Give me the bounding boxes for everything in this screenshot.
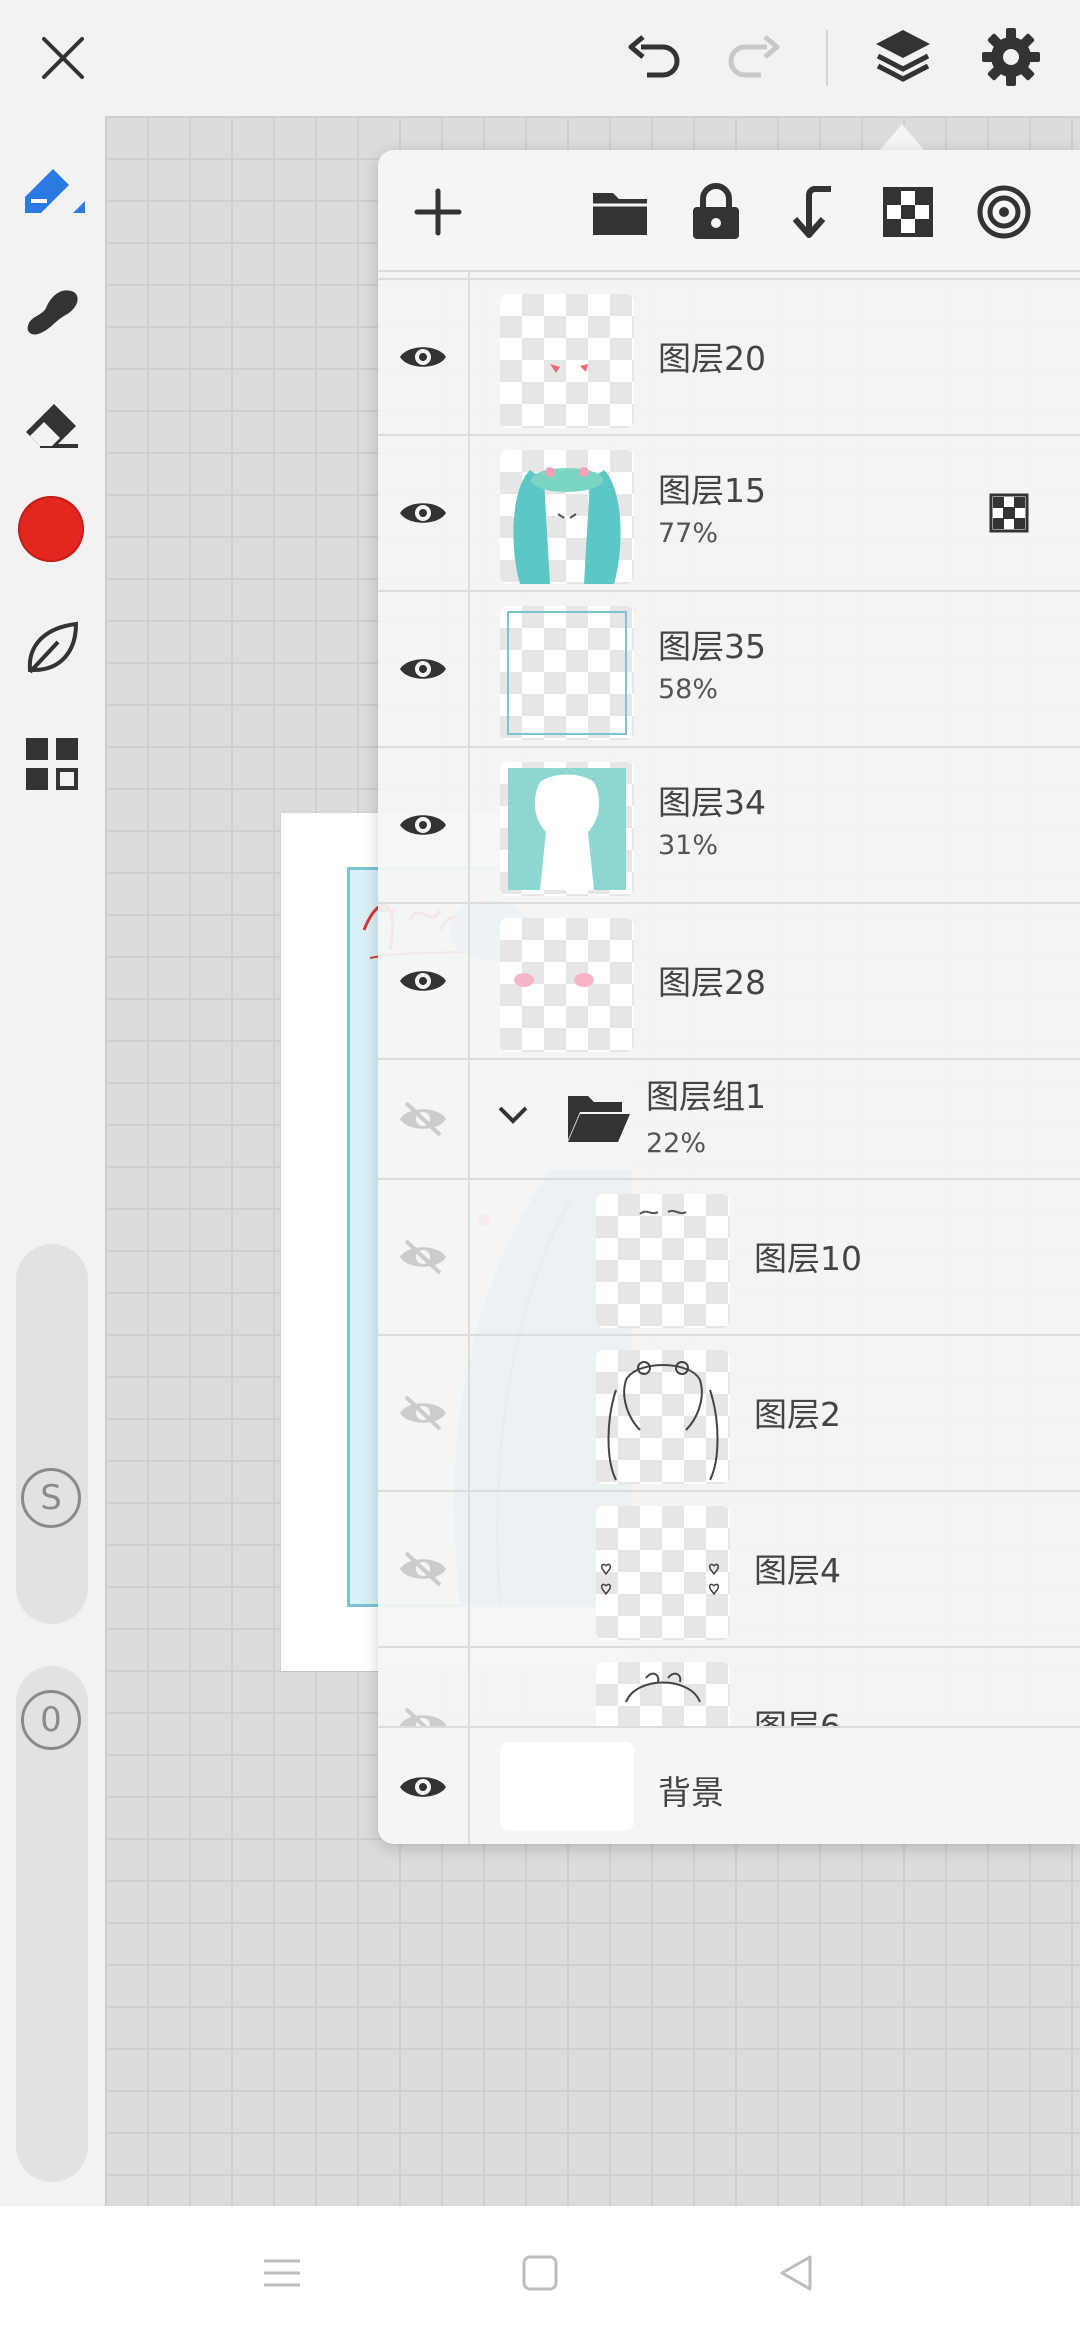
background-thumbnail <box>500 1742 634 1830</box>
leaf-brush-icon[interactable] <box>16 612 88 684</box>
checker-icon[interactable] <box>876 180 940 244</box>
back-icon[interactable] <box>766 2246 826 2300</box>
toolbar-divider <box>826 30 828 86</box>
visibility-cell <box>378 1728 470 1844</box>
menu-icon[interactable] <box>252 2246 312 2300</box>
layer-name: 图层2 <box>754 1395 841 1434</box>
layer-row[interactable]: 图层35 58% <box>378 592 1080 748</box>
visibility-cell <box>378 1180 470 1334</box>
sublayer-row[interactable]: 图层2 <box>378 1336 1080 1492</box>
gear-icon[interactable] <box>976 24 1046 90</box>
eye-hidden-icon[interactable] <box>398 1237 448 1277</box>
chevron-down-icon[interactable] <box>488 1090 538 1140</box>
layer-opacity: 58% <box>658 674 719 705</box>
visibility-cell <box>378 436 470 590</box>
layers-panel-toolbar <box>378 150 1080 272</box>
eye-icon[interactable] <box>398 340 448 374</box>
visibility-cell <box>378 1060 470 1178</box>
layer-name: 背景 <box>658 1773 724 1812</box>
home-icon[interactable] <box>510 2246 570 2300</box>
layer-opacity: 77% <box>658 518 719 549</box>
layer-row[interactable]: 图层28 <box>378 904 1080 1060</box>
layer-group-row[interactable]: 图层组1 22% <box>378 1060 1080 1180</box>
layer-thumbnail <box>596 1194 730 1328</box>
visibility-cell <box>378 904 470 1058</box>
merge-down-icon[interactable] <box>780 180 844 244</box>
layer-row[interactable]: 图层15 77% <box>378 436 1080 592</box>
layers-panel: 图层20 图层15 77% 图层35 58% 图层34 31% 图层28 图层组… <box>378 150 1080 1844</box>
visibility-cell <box>378 280 470 434</box>
layer-thumbnail <box>500 450 634 584</box>
eraser-icon[interactable] <box>16 388 88 460</box>
layer-thumbnail <box>596 1506 730 1640</box>
folder-open-icon <box>564 1088 634 1148</box>
system-nav-bar <box>0 2206 1080 2340</box>
sublayer-row[interactable]: 图层4 <box>378 1492 1080 1648</box>
eye-hidden-icon[interactable] <box>398 1393 448 1433</box>
target-icon[interactable] <box>972 180 1036 244</box>
layer-thumbnail <box>500 762 634 896</box>
background-layer-row[interactable]: 背景 <box>378 1726 1080 1844</box>
layer-name: 图层15 <box>658 471 766 510</box>
eye-icon[interactable] <box>398 808 448 842</box>
layer-list[interactable]: 图层20 图层15 77% 图层35 58% 图层34 31% 图层28 图层组… <box>378 270 1080 1844</box>
eye-icon[interactable] <box>398 1770 448 1804</box>
layer-thumbnail <box>596 1350 730 1484</box>
add-layer-icon[interactable] <box>406 180 470 244</box>
top-bar <box>0 0 1080 116</box>
grid-menu-icon[interactable] <box>16 728 88 800</box>
group-name: 图层组1 <box>646 1077 766 1116</box>
layer-name: 图层34 <box>658 783 766 822</box>
group-opacity: 22% <box>646 1128 707 1159</box>
layer-opacity: 31% <box>658 830 719 861</box>
pen-icon[interactable] <box>16 156 88 228</box>
eye-icon[interactable] <box>398 652 448 686</box>
brush-size-slider[interactable] <box>16 1244 88 1624</box>
undo-icon[interactable] <box>620 28 690 88</box>
visibility-cell <box>378 1492 470 1646</box>
layer-name: 图层35 <box>658 627 766 666</box>
folder-icon[interactable] <box>588 180 652 244</box>
layer-name: 图层20 <box>658 339 766 378</box>
opacity-label: 0 <box>21 1690 81 1750</box>
left-toolbar: S 0 <box>0 116 105 2206</box>
layer-thumbnail <box>500 918 634 1052</box>
layer-thumbnail <box>500 606 634 740</box>
layers-icon[interactable] <box>868 24 938 90</box>
layer-thumbnail <box>500 294 634 428</box>
eye-icon[interactable] <box>398 496 448 530</box>
visibility-cell <box>378 748 470 902</box>
layer-row[interactable]: 图层34 31% <box>378 748 1080 904</box>
smudge-brush-icon[interactable] <box>16 272 88 344</box>
eye-hidden-icon[interactable] <box>398 1549 448 1589</box>
close-icon[interactable] <box>30 28 96 88</box>
lock-icon[interactable] <box>684 180 748 244</box>
brush-size-label: S <box>21 1468 81 1528</box>
layer-name: 图层28 <box>658 963 766 1002</box>
panel-pointer <box>880 124 924 150</box>
redo-icon[interactable] <box>718 28 788 88</box>
clipping-mask-icon <box>984 488 1034 538</box>
layer-name: 图层10 <box>754 1239 862 1278</box>
layer-row[interactable]: 图层20 <box>378 280 1080 436</box>
color-swatch[interactable] <box>18 496 84 562</box>
eye-hidden-icon[interactable] <box>398 1099 448 1139</box>
visibility-cell <box>378 1336 470 1490</box>
eye-icon[interactable] <box>398 964 448 998</box>
layer-name: 图层4 <box>754 1551 841 1590</box>
sublayer-row[interactable]: 图层10 <box>378 1180 1080 1336</box>
visibility-cell <box>378 592 470 746</box>
